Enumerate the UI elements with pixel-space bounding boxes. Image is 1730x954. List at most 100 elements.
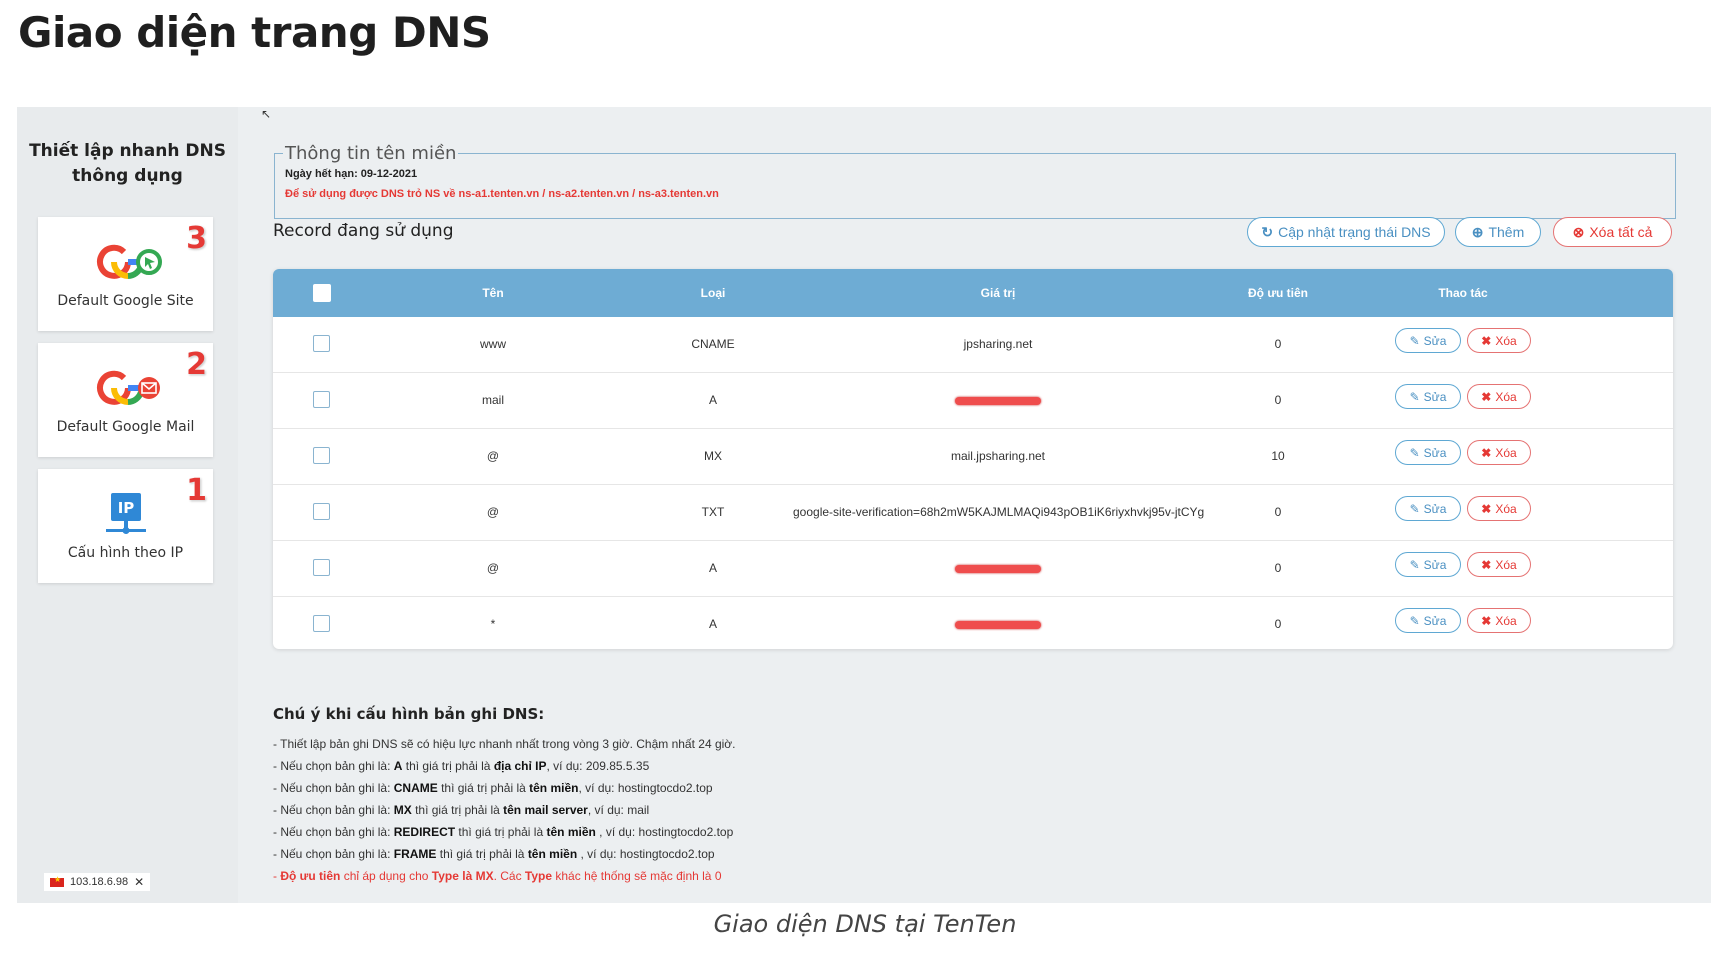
edit-button[interactable]: ✎ Sửa bbox=[1395, 608, 1461, 633]
card-label: Cấu hình theo IP bbox=[67, 545, 184, 561]
add-record-button[interactable]: ⊕ Thêm bbox=[1455, 217, 1541, 247]
row-checkbox[interactable] bbox=[313, 335, 330, 352]
row-checkbox[interactable] bbox=[313, 503, 330, 520]
record-value-cell: google-site-verification=68h2mW5KAJMLMAQ… bbox=[793, 485, 1205, 540]
record-type: MX bbox=[704, 449, 722, 463]
pencil-icon: ✎ bbox=[1409, 333, 1420, 348]
select-all-checkbox[interactable] bbox=[313, 284, 331, 302]
note-line: - Thiết lập bản ghi DNS sẽ có hiệu lực n… bbox=[273, 737, 736, 751]
dns-screenshot: Thiết lập nhanh DNS thông dụng Default G… bbox=[17, 107, 1711, 903]
edit-label: Sửa bbox=[1423, 389, 1447, 404]
row-checkbox[interactable] bbox=[313, 391, 330, 408]
update-dns-status-button[interactable]: ↻ Cập nhật trạng thái DNS bbox=[1247, 217, 1445, 247]
edit-button[interactable]: ✎ Sửa bbox=[1395, 552, 1461, 577]
column-type: Loại bbox=[700, 286, 726, 300]
expiry-value: 09-12-2021 bbox=[360, 168, 418, 180]
record-value-cell bbox=[793, 597, 1203, 649]
redacted-value bbox=[955, 620, 1041, 629]
redacted-value bbox=[955, 396, 1041, 405]
add-button-label: Thêm bbox=[1488, 224, 1525, 240]
record-priority: 0 bbox=[1274, 337, 1282, 351]
record-value: mail.jpsharing.net bbox=[950, 449, 1046, 463]
svg-text:IP: IP bbox=[118, 499, 135, 517]
delete-label: Xóa bbox=[1495, 501, 1517, 516]
vietnam-flag-icon bbox=[50, 875, 64, 887]
record-type: CNAME bbox=[691, 337, 735, 351]
table-row: @ A 0 ✎ Sửa ✖ Xóa bbox=[273, 541, 1673, 597]
edit-label: Sửa bbox=[1423, 557, 1447, 572]
delete-label: Xóa bbox=[1495, 557, 1517, 572]
pencil-icon: ✎ bbox=[1409, 389, 1420, 404]
delete-button[interactable]: ✖ Xóa bbox=[1467, 608, 1531, 633]
table-row: @ MX mail.jpsharing.net 10 ✎ Sửa ✖ Xóa bbox=[273, 429, 1673, 485]
column-actions: Thao tác bbox=[1438, 286, 1488, 300]
page-heading: Giao diện trang DNS bbox=[18, 8, 491, 57]
record-name: www bbox=[480, 337, 506, 351]
ip-badge: 103.18.6.98 ✕ bbox=[44, 873, 151, 891]
table-row: @ TXT google-site-verification=68h2mW5KAJM… bbox=[273, 485, 1673, 541]
record-priority: 0 bbox=[1274, 617, 1282, 631]
edit-button[interactable]: ✎ Sửa bbox=[1395, 384, 1461, 409]
redacted-value bbox=[955, 564, 1041, 573]
edit-label: Sửa bbox=[1423, 613, 1447, 628]
close-icon[interactable]: ✕ bbox=[134, 875, 144, 889]
delete-all-label: Xóa tất cả bbox=[1589, 224, 1653, 240]
domain-info-legend: Thông tin tên miền bbox=[285, 143, 457, 164]
note-line-mx: - Nếu chọn bản ghi là: MX thì giá trị ph… bbox=[273, 803, 650, 817]
column-name: Tên bbox=[482, 286, 504, 300]
pencil-icon: ✎ bbox=[1409, 613, 1420, 628]
x-icon: ✖ bbox=[1481, 557, 1492, 572]
record-value: google-site-verification=68h2mW5KAJMLMAQ… bbox=[793, 505, 1205, 519]
delete-button[interactable]: ✖ Xóa bbox=[1467, 328, 1531, 353]
delete-button[interactable]: ✖ Xóa bbox=[1467, 384, 1531, 409]
record-name: @ bbox=[486, 561, 500, 575]
sidebar-title-line2: thông dụng bbox=[72, 166, 183, 186]
edit-button[interactable]: ✎ Sửa bbox=[1395, 440, 1461, 465]
x-icon: ✖ bbox=[1481, 613, 1492, 628]
delete-button[interactable]: ✖ Xóa bbox=[1467, 552, 1531, 577]
card-default-google-site[interactable]: Default Google Site 3 bbox=[38, 217, 213, 331]
delete-label: Xóa bbox=[1495, 613, 1517, 628]
row-checkbox[interactable] bbox=[313, 559, 330, 576]
row-checkbox[interactable] bbox=[313, 615, 330, 632]
sidebar-title-line1: Thiết lập nhanh DNS bbox=[29, 141, 226, 161]
x-circle-icon: ⊗ bbox=[1572, 223, 1585, 240]
record-name: @ bbox=[486, 505, 500, 519]
x-icon: ✖ bbox=[1481, 333, 1492, 348]
card-label: Default Google Site bbox=[57, 293, 194, 309]
record-value-cell bbox=[793, 541, 1203, 596]
pencil-icon: ✎ bbox=[1409, 445, 1420, 460]
card-number: 3 bbox=[186, 221, 207, 256]
delete-button[interactable]: ✖ Xóa bbox=[1467, 440, 1531, 465]
column-value: Giá trị bbox=[980, 286, 1016, 300]
pencil-icon: ✎ bbox=[1409, 557, 1420, 572]
delete-button[interactable]: ✖ Xóa bbox=[1467, 496, 1531, 521]
record-value-cell bbox=[793, 373, 1203, 428]
record-priority: 0 bbox=[1274, 505, 1282, 519]
nameserver-note: Để sử dụng được DNS trỏ NS về ns-a1.tent… bbox=[285, 188, 719, 200]
record-value: jpsharing.net bbox=[963, 337, 1033, 351]
delete-label: Xóa bbox=[1495, 333, 1517, 348]
record-type: A bbox=[708, 617, 717, 631]
sidebar-title: Thiết lập nhanh DNS thông dụng bbox=[17, 139, 238, 189]
record-value-cell: jpsharing.net bbox=[793, 317, 1203, 372]
dns-notes: Chú ý khi cấu hình bản ghi DNS: - Thiết … bbox=[273, 705, 736, 887]
record-name: * bbox=[490, 617, 496, 631]
edit-button[interactable]: ✎ Sửa bbox=[1395, 328, 1461, 353]
column-priority: Độ ưu tiên bbox=[1247, 286, 1309, 300]
table-row: mail A 0 ✎ Sửa ✖ Xóa bbox=[273, 373, 1673, 429]
note-line-frame: - Nếu chọn bản ghi là: FRAME thì giá trị… bbox=[273, 847, 715, 861]
delete-label: Xóa bbox=[1495, 389, 1517, 404]
refresh-icon: ↻ bbox=[1261, 223, 1274, 240]
card-default-google-mail[interactable]: Default Google Mail 2 bbox=[38, 343, 213, 457]
figure-caption: Giao diện DNS tại TenTen bbox=[713, 910, 1017, 938]
table-row: * A 0 ✎ Sửa ✖ Xóa bbox=[273, 597, 1673, 649]
table-row: www CNAME jpsharing.net 0 ✎ Sửa ✖ Xóa bbox=[273, 317, 1673, 373]
edit-button[interactable]: ✎ Sửa bbox=[1395, 496, 1461, 521]
record-priority: 0 bbox=[1274, 561, 1282, 575]
row-checkbox[interactable] bbox=[313, 447, 330, 464]
delete-all-button[interactable]: ⊗ Xóa tất cả bbox=[1553, 217, 1672, 247]
card-config-by-ip[interactable]: IP Cấu hình theo IP 1 bbox=[38, 469, 213, 583]
card-number: 2 bbox=[186, 347, 207, 382]
delete-label: Xóa bbox=[1495, 445, 1517, 460]
